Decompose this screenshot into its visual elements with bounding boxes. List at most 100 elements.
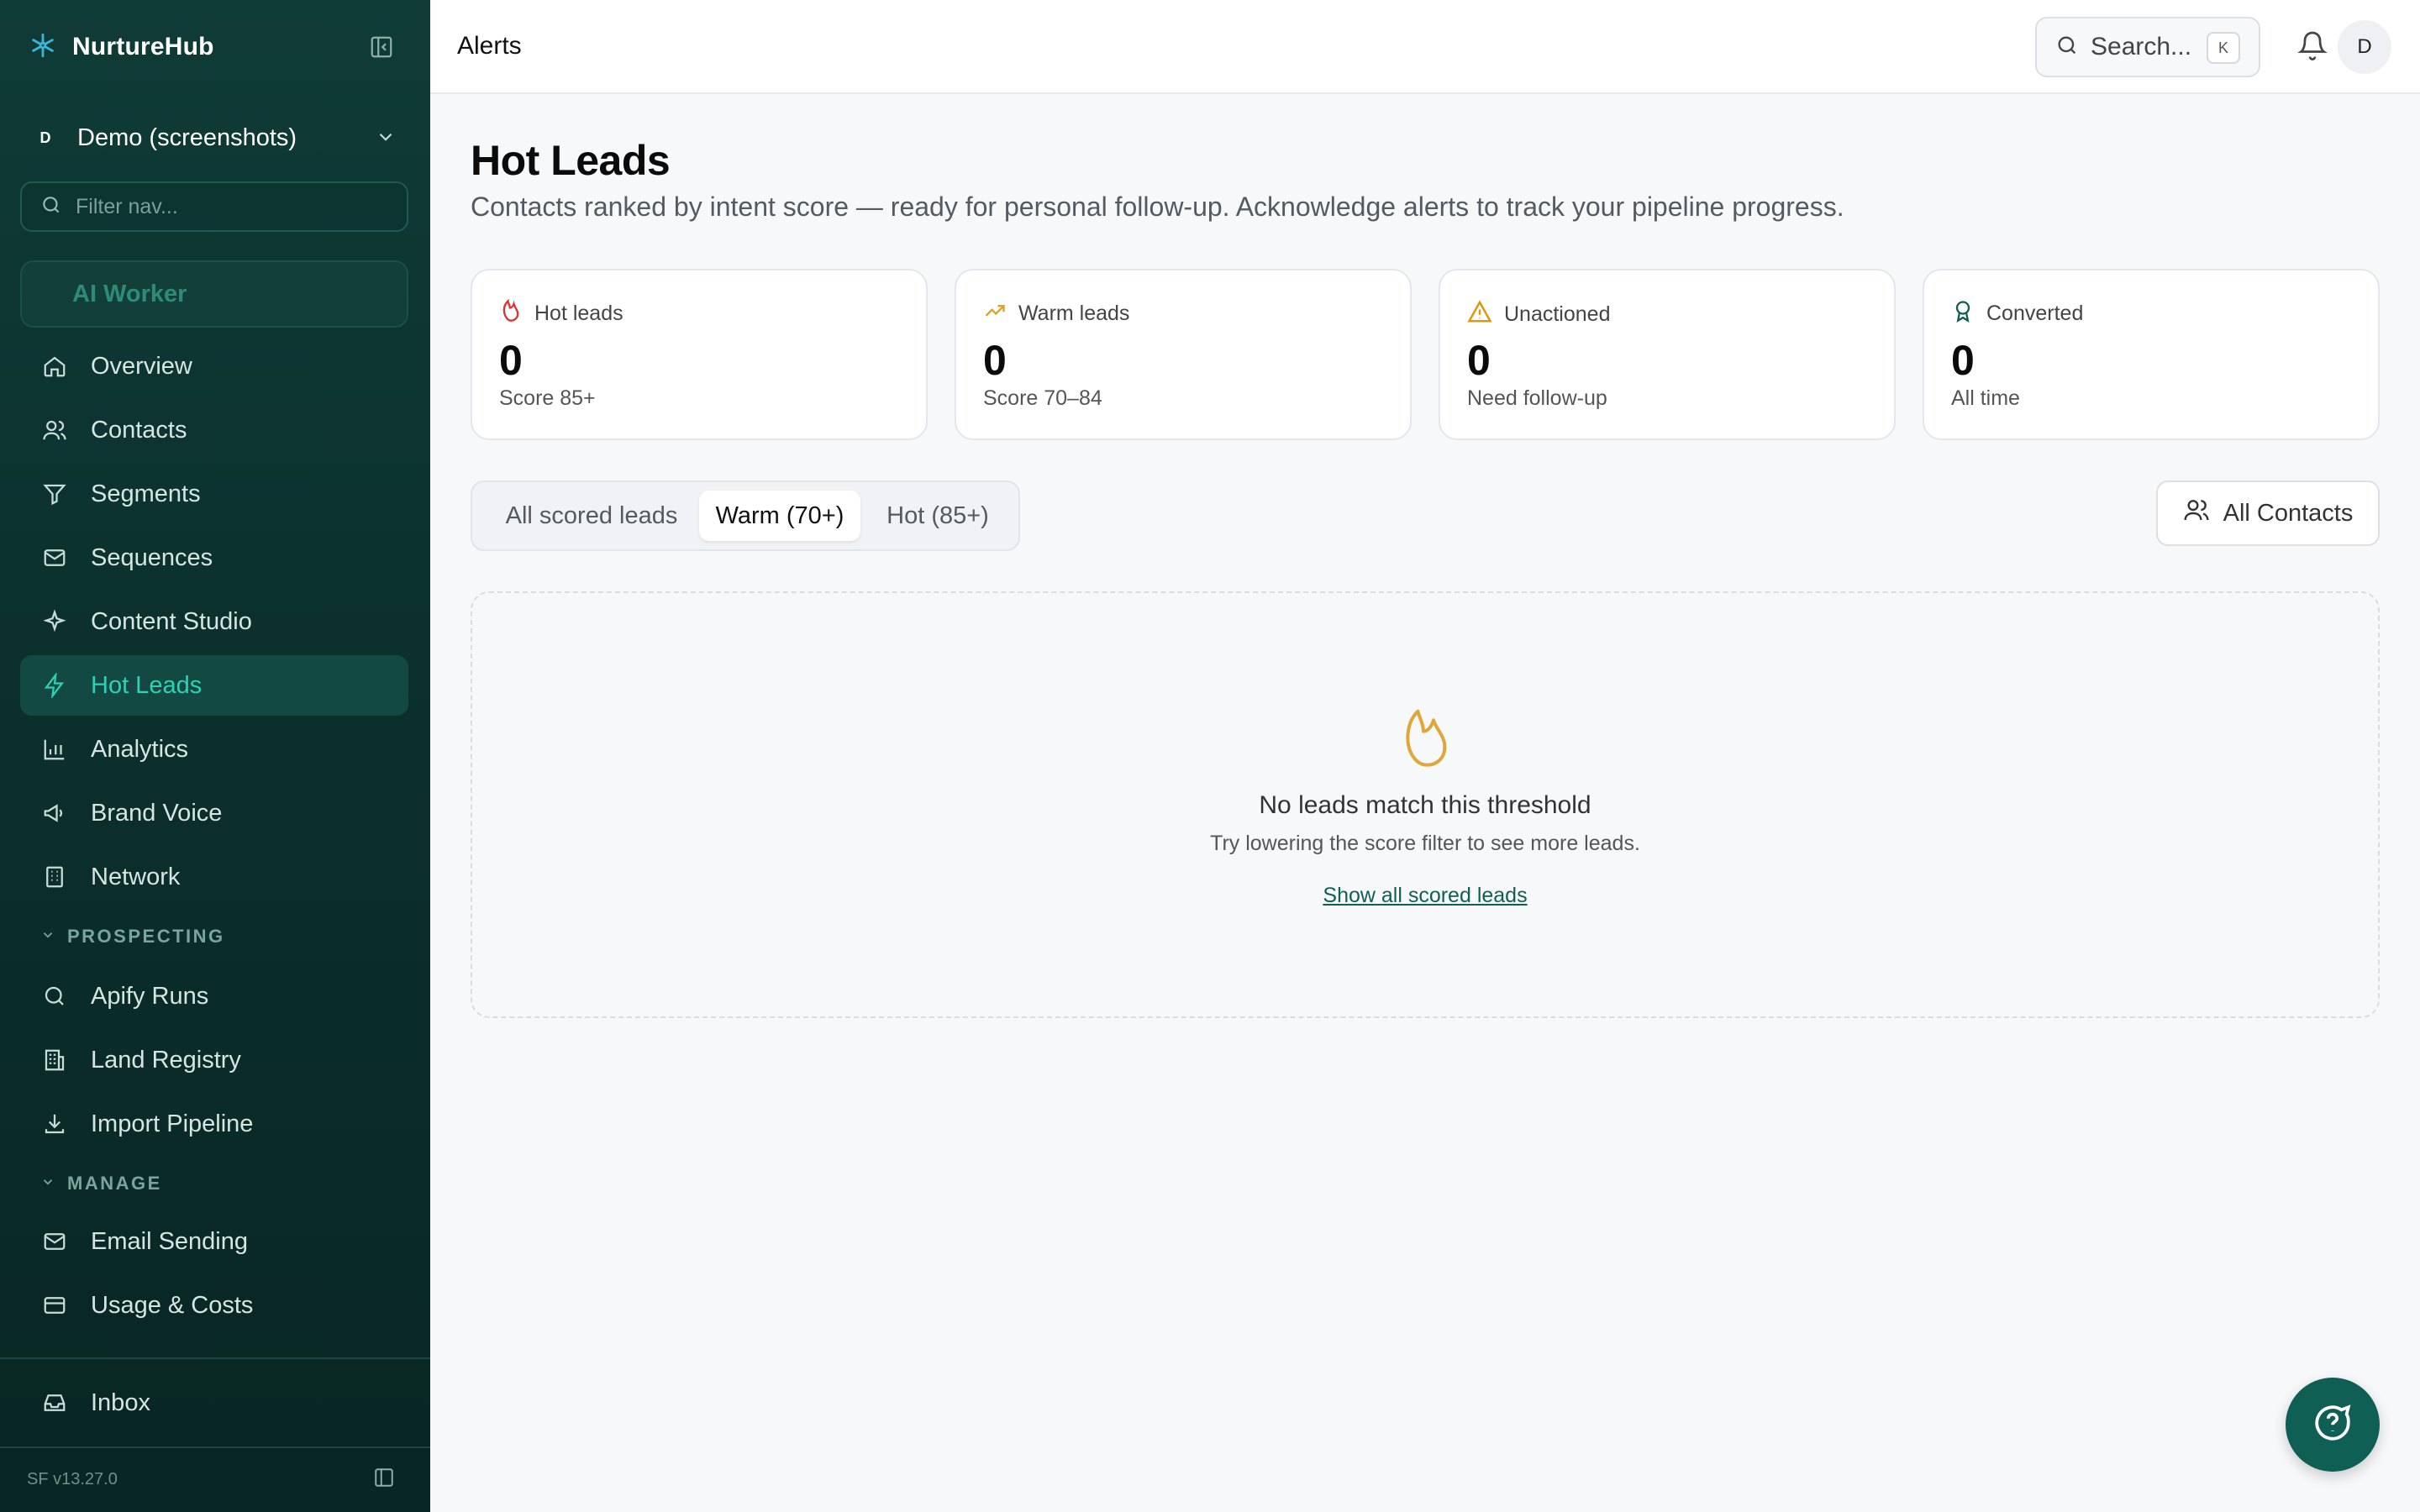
score-filter-tabs: All scored leads Warm (70+) Hot (85+) — [471, 480, 1020, 551]
sidebar-item-label: Segments — [91, 480, 201, 507]
sidebar-item-overview[interactable]: Overview — [20, 336, 408, 396]
section-toggle-prospecting[interactable]: PROSPECTING — [40, 926, 225, 948]
tab-all-scored-leads[interactable]: All scored leads — [484, 491, 699, 541]
tab-warm[interactable]: Warm (70+) — [699, 491, 860, 541]
sidebar-item-brand-voice[interactable]: Brand Voice — [20, 783, 408, 843]
sidebar-collapse-icon — [369, 34, 394, 64]
global-search[interactable]: Search... K — [2035, 17, 2260, 77]
stat-value: 0 — [1951, 337, 1975, 384]
flame-icon — [1400, 704, 1454, 768]
nav-filter[interactable] — [20, 181, 408, 232]
app-name: NurtureHub — [72, 33, 214, 60]
stat-label: Unactioned — [1504, 302, 1611, 326]
sidebar-divider — [0, 1446, 430, 1448]
empty-state: No leads match this threshold Try loweri… — [471, 591, 2380, 1018]
section-label: PROSPECTING — [67, 926, 225, 947]
empty-state-subtitle: Try lowering the score filter to see mor… — [1210, 832, 1640, 855]
stat-label: Warm leads — [1018, 302, 1130, 325]
help-chat-button[interactable] — [2286, 1378, 2380, 1472]
org-name: Demo (screenshots) — [77, 123, 297, 151]
sidebar-item-segments[interactable]: Segments — [20, 464, 408, 524]
search-shortcut: K — [2207, 32, 2240, 64]
sidebar-item-label: Usage & Costs — [91, 1291, 254, 1319]
building-columns-icon — [40, 1046, 69, 1074]
sidebar-item-label: Hot Leads — [91, 671, 203, 699]
search-icon — [2055, 34, 2079, 61]
bell-icon — [2297, 30, 2328, 65]
search-icon — [40, 194, 62, 220]
sidebar-item-usage-costs[interactable]: Usage & Costs — [20, 1275, 408, 1336]
all-contacts-button[interactable]: All Contacts — [2156, 480, 2380, 546]
sidebar-divider — [0, 1357, 430, 1359]
notifications-button[interactable] — [2294, 29, 2331, 66]
stat-sublabel: Need follow-up — [1467, 386, 1607, 410]
sidebar-item-label: Contacts — [91, 416, 187, 444]
stat-sublabel: All time — [1951, 386, 2020, 410]
stat-sublabel: Score 85+ — [499, 386, 596, 410]
nav-filter-input[interactable] — [76, 194, 378, 219]
stat-value: 0 — [983, 337, 1007, 384]
sidebar-item-apify-runs[interactable]: Apify Runs — [20, 966, 408, 1026]
users-icon — [40, 416, 69, 444]
sidebar-item-label: Brand Voice — [91, 799, 223, 827]
home-icon — [40, 352, 69, 381]
stat-sublabel: Score 70–84 — [983, 386, 1102, 410]
stat-card-unactioned: Unactioned 0 Need follow-up — [1439, 269, 1896, 440]
logo-icon — [29, 31, 57, 64]
bar-chart-icon — [40, 735, 69, 764]
sidebar-item-hot-leads[interactable]: Hot Leads — [20, 655, 408, 716]
zap-icon — [40, 671, 69, 700]
chevron-down-icon — [40, 1173, 55, 1194]
sidebar-item-network[interactable]: Network — [20, 847, 408, 907]
empty-state-title: No leads match this threshold — [1259, 791, 1591, 819]
search-placeholder: Search... — [2091, 33, 2192, 60]
sidebar-item-contacts[interactable]: Contacts — [20, 400, 408, 460]
sparkle-icon — [40, 607, 69, 636]
stat-card-converted: Converted 0 All time — [1923, 269, 2380, 440]
sidebar-item-label: Analytics — [91, 735, 189, 763]
page-title: Hot Leads — [471, 137, 671, 184]
app-version: SF v13.27.0 — [27, 1470, 118, 1488]
sidebar-item-sequences[interactable]: Sequences — [20, 528, 408, 588]
stat-card-warm-leads: Warm leads 0 Score 70–84 — [955, 269, 1412, 440]
sidebar-item-label: Overview — [91, 352, 192, 380]
award-icon — [1951, 299, 1975, 328]
download-icon — [40, 1110, 69, 1138]
ai-worker-button[interactable]: AI Worker — [20, 260, 408, 328]
avatar[interactable]: D — [2338, 20, 2391, 74]
sidebar-item-label: Network — [91, 863, 181, 890]
sidebar-item-content-studio[interactable]: Content Studio — [20, 591, 408, 652]
inbox-icon — [40, 1389, 69, 1417]
sidebar-item-label: Content Studio — [91, 607, 252, 635]
chevron-down-icon — [375, 126, 397, 152]
chevron-down-icon — [40, 926, 55, 948]
users-icon — [2183, 496, 2210, 530]
collapse-sidebar-button[interactable] — [365, 32, 398, 66]
topbar: Alerts Search... K D — [430, 0, 2420, 94]
stat-label: Converted — [1986, 302, 2084, 325]
sidebar-item-label: Sequences — [91, 543, 213, 571]
show-all-scored-leads-link[interactable]: Show all scored leads — [472, 884, 2378, 908]
sidebar-item-land-registry[interactable]: Land Registry — [20, 1030, 408, 1090]
sidebar-item-inbox[interactable]: Inbox — [20, 1373, 408, 1433]
sidebar-item-email-sending[interactable]: Email Sending — [20, 1211, 408, 1272]
building-icon — [40, 863, 69, 891]
megaphone-icon — [40, 799, 69, 827]
sidebar-item-label: Email Sending — [91, 1227, 248, 1255]
sidebar-item-import-pipeline[interactable]: Import Pipeline — [20, 1094, 408, 1154]
page-breadcrumb: Alerts — [457, 32, 522, 60]
page-subtitle: Contacts ranked by intent score — ready … — [471, 192, 1844, 222]
brand[interactable]: NurtureHub — [29, 30, 214, 64]
toggle-panel-button[interactable] — [370, 1465, 398, 1494]
sidebar-item-label: Inbox — [91, 1389, 150, 1416]
sidebar-item-analytics[interactable]: Analytics — [20, 719, 408, 780]
org-switcher[interactable]: D Demo (screenshots) — [20, 114, 410, 161]
sidebar: NurtureHub D Demo (screenshots) AI Worke… — [0, 0, 430, 1512]
stat-value: 0 — [1467, 337, 1491, 384]
flame-icon — [499, 298, 523, 328]
org-badge: D — [39, 129, 51, 146]
section-toggle-manage[interactable]: MANAGE — [40, 1173, 162, 1194]
search-icon — [40, 982, 69, 1011]
stat-value: 0 — [499, 337, 523, 384]
tab-hot[interactable]: Hot (85+) — [864, 491, 1012, 541]
